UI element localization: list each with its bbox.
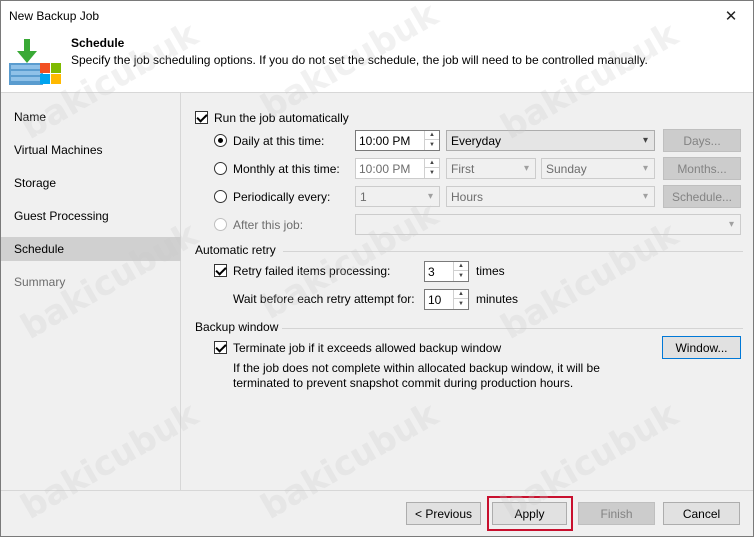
previous-button[interactable]: < Previous	[406, 502, 481, 525]
wait-label: Wait before each retry attempt for:	[233, 292, 415, 306]
retry-count-value: 3	[428, 265, 435, 279]
periodically-unit-dropdown[interactable]: Hours ▾	[446, 186, 655, 207]
periodically-unit-value: Hours	[451, 190, 484, 204]
sidebar-item-name[interactable]: Name	[1, 105, 181, 129]
after-job-label: After this job:	[233, 218, 304, 232]
spin-up-icon[interactable]: ▲	[454, 262, 468, 271]
monthly-radio[interactable]	[214, 162, 227, 175]
backup-window-description-line1: If the job does not complete within allo…	[233, 361, 600, 375]
automatic-retry-heading: Automatic retry	[195, 243, 276, 257]
section-divider	[282, 328, 743, 329]
spin-up-icon[interactable]: ▲	[425, 159, 439, 168]
wait-unit-label: minutes	[476, 292, 519, 306]
page-description: Specify the job scheduling options. If y…	[71, 53, 648, 67]
wait-minutes-value: 10	[428, 293, 442, 307]
daily-time-spinner[interactable]: 10:00 PM ▲ ▼	[355, 130, 440, 151]
daily-days-value: Everyday	[451, 134, 502, 148]
periodically-radio[interactable]	[214, 190, 227, 203]
daily-days-dropdown[interactable]: Everyday ▾	[446, 130, 655, 151]
backup-job-icon	[9, 39, 61, 85]
retry-label: Retry failed items processing:	[233, 264, 391, 278]
chevron-down-icon: ▾	[642, 191, 648, 202]
daily-radio[interactable]	[214, 134, 227, 147]
wait-minutes-spinner[interactable]: 10 ▲ ▼	[424, 289, 469, 310]
spin-down-icon[interactable]: ▼	[454, 299, 468, 308]
terminate-label: Terminate job if it exceeds allowed back…	[233, 341, 502, 355]
after-job-dropdown: ▾	[355, 214, 741, 235]
monthly-label: Monthly at this time:	[233, 162, 340, 176]
terminate-checkbox[interactable]	[214, 341, 227, 354]
after-job-radio	[214, 218, 227, 231]
periodically-label: Periodically every:	[233, 190, 331, 204]
run-automatically-label: Run the job automatically	[214, 111, 349, 125]
retry-count-spinner[interactable]: 3 ▲ ▼	[424, 261, 469, 282]
days-button[interactable]: Days...	[663, 129, 741, 152]
window-button[interactable]: Window...	[662, 336, 741, 359]
chevron-down-icon: ▾	[523, 163, 529, 174]
backup-window-heading: Backup window	[195, 320, 279, 334]
chevron-down-icon: ▾	[728, 219, 734, 230]
spin-down-icon[interactable]: ▼	[425, 140, 439, 149]
months-button[interactable]: Months...	[663, 157, 741, 180]
spin-down-icon[interactable]: ▼	[425, 168, 439, 177]
monthly-time-value: 10:00 PM	[359, 162, 411, 176]
spin-up-icon[interactable]: ▲	[425, 131, 439, 140]
title-bar: New Backup Job ✕	[1, 1, 753, 31]
retry-checkbox[interactable]	[214, 264, 227, 277]
retry-unit-label: times	[476, 264, 505, 278]
section-divider	[283, 251, 743, 252]
finish-button: Finish	[578, 502, 655, 525]
spin-up-icon[interactable]: ▲	[454, 290, 468, 299]
run-automatically-checkbox[interactable]	[195, 111, 208, 124]
daily-label: Daily at this time:	[233, 134, 325, 148]
monthly-time-spinner[interactable]: 10:00 PM ▲ ▼	[355, 158, 440, 179]
periodically-value-dropdown[interactable]: 1 ▾	[355, 186, 440, 207]
sidebar-item-storage[interactable]: Storage	[1, 171, 181, 195]
sidebar-item-virtual-machines[interactable]: Virtual Machines	[1, 138, 181, 162]
periodically-value: 1	[360, 190, 367, 204]
backup-window-description: If the job does not complete within allo…	[233, 361, 600, 391]
sidebar-item-guest-processing[interactable]: Guest Processing	[1, 204, 181, 228]
chevron-down-icon: ▾	[642, 163, 648, 174]
page-title: Schedule	[71, 36, 125, 50]
new-backup-job-window: New Backup Job ✕ Schedule Specify the jo…	[0, 0, 754, 537]
monthly-week-dropdown[interactable]: First ▾	[446, 158, 536, 179]
cancel-button[interactable]: Cancel	[663, 502, 740, 525]
apply-button[interactable]: Apply	[492, 502, 567, 525]
daily-time-value: 10:00 PM	[359, 134, 411, 148]
chevron-down-icon: ▾	[427, 191, 433, 202]
backup-window-description-line2: terminated to prevent snapshot commit du…	[233, 376, 574, 390]
sidebar-item-summary: Summary	[14, 275, 66, 289]
monthly-week-value: First	[451, 162, 475, 176]
monthly-day-dropdown[interactable]: Sunday ▾	[541, 158, 655, 179]
close-icon[interactable]: ✕	[709, 1, 753, 31]
spin-down-icon[interactable]: ▼	[454, 271, 468, 280]
wizard-steps-sidebar: Name Virtual Machines Storage Guest Proc…	[1, 93, 181, 490]
wizard-footer: < Previous Apply Finish Cancel	[1, 490, 753, 536]
sidebar-item-schedule[interactable]: Schedule	[1, 237, 181, 261]
chevron-down-icon: ▾	[642, 135, 648, 146]
window-title: New Backup Job	[9, 9, 100, 23]
schedule-content-panel: Run the job automatically Daily at this …	[182, 93, 753, 490]
schedule-button[interactable]: Schedule...	[663, 185, 741, 208]
monthly-day-value: Sunday	[546, 162, 587, 176]
wizard-header: Schedule Specify the job scheduling opti…	[1, 31, 753, 93]
